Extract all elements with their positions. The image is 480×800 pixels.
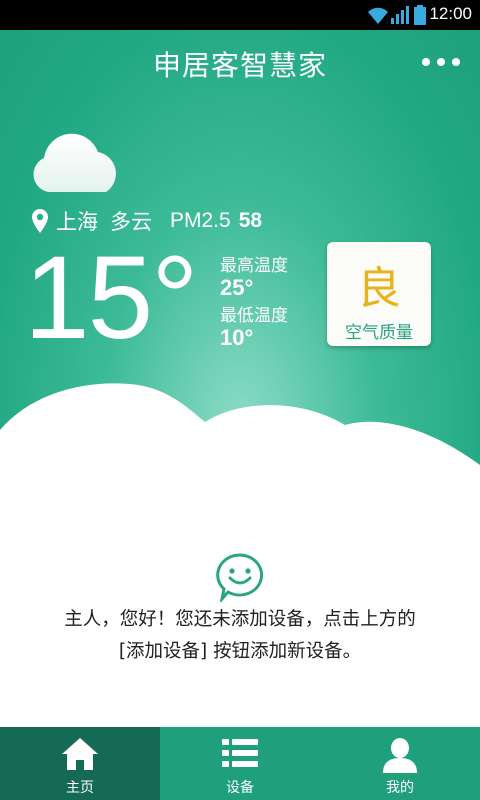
- high-temp-label: 最高温度: [220, 256, 288, 276]
- tab-home[interactable]: 主页: [0, 727, 160, 800]
- app-title: 申居客智慧家: [152, 49, 327, 82]
- location-row: 上海 多云 PM2.5 58: [32, 207, 262, 235]
- air-quality-card[interactable]: 良 空气质量: [327, 242, 431, 346]
- tab-profile[interactable]: 我的: [320, 727, 480, 800]
- location-pin-icon: [32, 209, 48, 233]
- tab-label: 我的: [386, 780, 414, 796]
- tab-label: 设备: [226, 780, 254, 796]
- signal-icon: [391, 6, 409, 24]
- smile-chat-icon: [216, 553, 264, 602]
- empty-device-message: 主人，您好！您还未添加设备，点击上方的 [添加设备] 按钮添加新设备。: [20, 604, 460, 668]
- status-time: 12:00: [429, 4, 472, 23]
- air-quality-label: 空气质量: [345, 323, 413, 343]
- pm25-value: 58: [238, 209, 263, 232]
- status-bar: 12:00: [0, 0, 480, 30]
- home-icon: [62, 738, 98, 770]
- more-dot-icon: [422, 58, 430, 66]
- tab-devices[interactable]: 设备: [160, 727, 320, 800]
- list-icon: [222, 739, 258, 767]
- empty-message-line: [添加设备] 按钮添加新设备。: [118, 641, 362, 662]
- more-dot-icon: [437, 58, 445, 66]
- more-dot-icon: [452, 58, 460, 66]
- pm25-label: PM2.5: [170, 209, 231, 232]
- high-temp-block: 最高温度 25°: [220, 256, 288, 300]
- more-menu-button[interactable]: [418, 52, 464, 72]
- tab-label: 主页: [66, 780, 94, 796]
- cloud-divider: [0, 383, 480, 728]
- air-quality-grade: 良: [357, 263, 401, 314]
- low-temp-label: 最低温度: [220, 306, 288, 326]
- battery-icon: [414, 5, 426, 25]
- high-temp-value: 25°: [220, 275, 254, 300]
- bottom-tab-bar: 主页 设备 我的: [0, 727, 480, 800]
- low-temp-value: 10°: [220, 325, 254, 350]
- user-icon: [383, 738, 417, 773]
- empty-message-line: 主人，您好！您还未添加设备，点击上方的: [64, 609, 416, 630]
- wifi-icon: [368, 7, 388, 25]
- low-temp-block: 最低温度 10°: [220, 306, 288, 350]
- cloudy-weather-icon: [33, 133, 116, 192]
- current-temperature: 15°: [24, 232, 198, 364]
